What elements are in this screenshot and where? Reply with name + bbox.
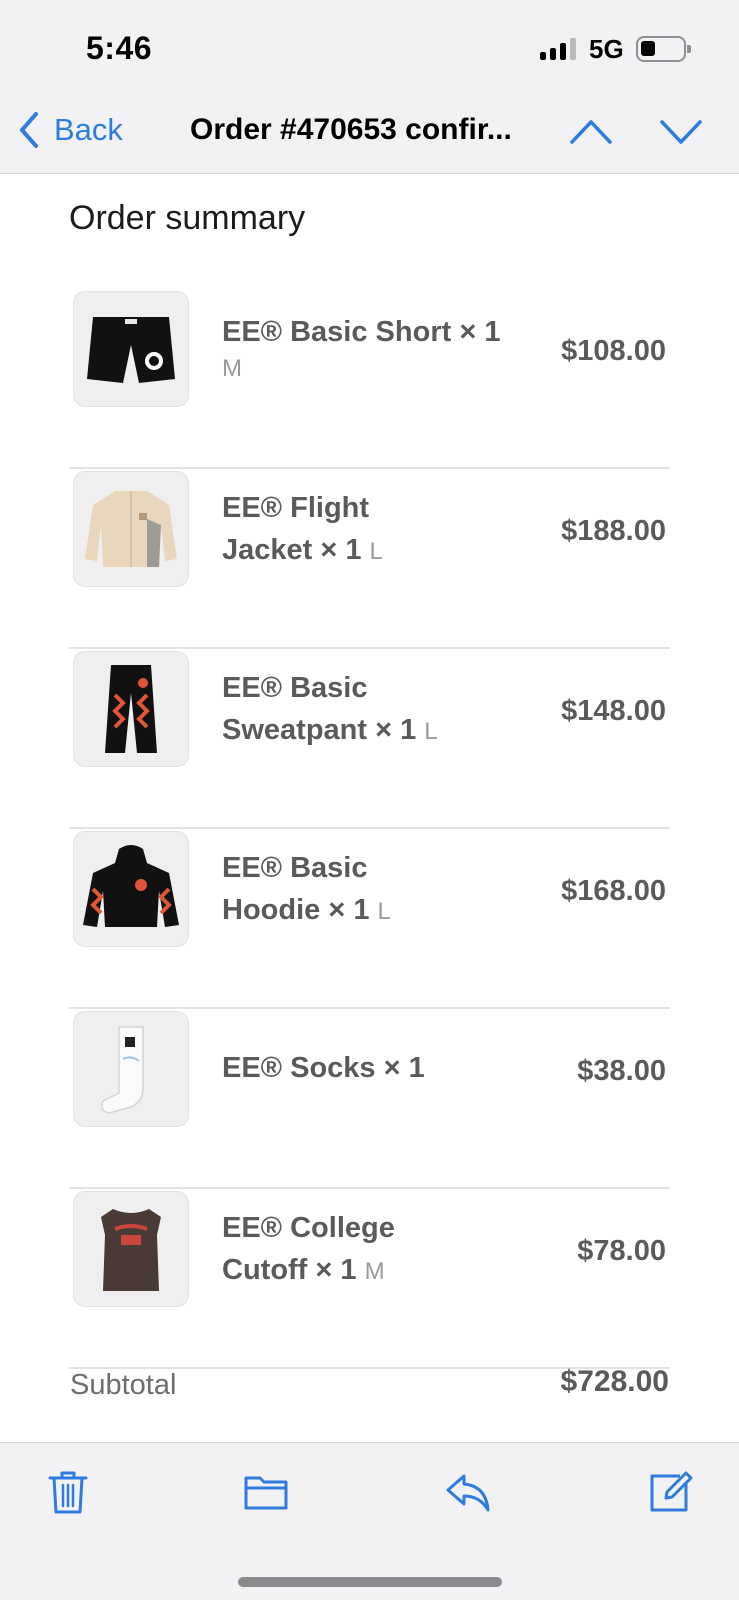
- nav-title: Order #470653 confir...: [190, 113, 512, 146]
- order-item: EE® Basic Short × 1 M $108.00: [69, 291, 670, 469]
- home-indicator[interactable]: [238, 1577, 502, 1587]
- item-name-line-2: Cutoff × 1: [222, 1254, 357, 1286]
- item-details: EE® Flight Jacket × 1 L: [222, 487, 522, 573]
- item-price: $108.00: [561, 335, 666, 367]
- item-price: $148.00: [561, 695, 666, 727]
- back-button[interactable]: Back: [16, 110, 123, 150]
- black-sweatpants-icon: [105, 665, 157, 753]
- subtotal-label: Subtotal: [70, 1369, 177, 1401]
- item-size: L: [424, 718, 438, 745]
- battery-icon: [636, 36, 691, 62]
- item-details: EE® Socks × 1: [222, 1047, 522, 1089]
- item-name: EE® Socks × 1: [222, 1052, 425, 1084]
- item-name-line-2: Sweatpant × 1: [222, 714, 417, 746]
- item-name-line-1: EE® Basic: [222, 852, 368, 884]
- cellular-signal-icon: [540, 38, 576, 60]
- item-size: L: [369, 538, 383, 565]
- trash-icon[interactable]: [44, 1468, 92, 1516]
- item-details: EE® College Cutoff × 1 M: [222, 1207, 522, 1293]
- item-details: EE® Basic Sweatpant × 1 L: [222, 667, 522, 753]
- item-name-line-2: Hoodie × 1: [222, 894, 370, 926]
- previous-message-chevron-up-icon[interactable]: [568, 114, 614, 148]
- network-type: 5G: [589, 34, 624, 64]
- item-name-line-1: EE® College: [222, 1212, 395, 1244]
- bottom-toolbar: [0, 1442, 739, 1600]
- product-image[interactable]: [73, 831, 189, 947]
- item-price: $78.00: [577, 1235, 666, 1267]
- item-size: L: [377, 898, 391, 925]
- item-size: M: [364, 1258, 385, 1285]
- white-socks-icon: [101, 1026, 144, 1114]
- back-label: Back: [54, 112, 123, 147]
- item-price: $188.00: [561, 515, 666, 547]
- order-item: EE® College Cutoff × 1 M $78.00: [69, 1191, 670, 1369]
- item-name-line-1: EE® Basic: [222, 672, 368, 704]
- product-image[interactable]: [73, 291, 189, 407]
- chevron-left-icon: [20, 112, 38, 148]
- product-image[interactable]: [73, 1191, 189, 1307]
- product-image[interactable]: [73, 651, 189, 767]
- order-item: EE® Flight Jacket × 1 L $188.00: [69, 471, 670, 649]
- item-name: EE® Basic Short × 1: [222, 316, 501, 348]
- item-size: M: [222, 355, 242, 382]
- item-name-line-1: EE® Flight: [222, 492, 370, 524]
- status-bar: 5:46 5G: [0, 0, 739, 98]
- subtotal-value: $728.00: [560, 1365, 669, 1398]
- product-image[interactable]: [73, 471, 189, 587]
- item-name-line-2: Jacket × 1: [222, 534, 362, 566]
- brown-cutoff-tee-icon: [101, 1209, 161, 1291]
- product-image[interactable]: [73, 1011, 189, 1127]
- item-details: EE® Basic Hoodie × 1 L: [222, 847, 522, 933]
- folder-icon[interactable]: [242, 1468, 290, 1516]
- reply-icon[interactable]: [444, 1468, 492, 1516]
- email-body: Order summary EE® Basic Short × 1 M $108…: [0, 175, 739, 1442]
- item-details: EE® Basic Short × 1 M: [222, 311, 522, 385]
- order-item: EE® Basic Sweatpant × 1 L $148.00: [69, 651, 670, 829]
- order-summary-title: Order summary: [69, 199, 306, 237]
- compose-icon[interactable]: [646, 1468, 694, 1516]
- black-hoodie-icon: [83, 845, 179, 927]
- navigation-bar: Back Order #470653 confir...: [0, 98, 739, 174]
- order-item: EE® Socks × 1 $38.00: [69, 1011, 670, 1189]
- item-price: $168.00: [561, 875, 666, 907]
- next-message-chevron-down-icon[interactable]: [658, 114, 704, 148]
- order-item: EE® Basic Hoodie × 1 L $168.00: [69, 831, 670, 1009]
- beige-jacket-icon: [85, 491, 177, 567]
- item-price: $38.00: [577, 1055, 666, 1087]
- status-time: 5:46: [86, 30, 153, 66]
- black-shorts-icon: [87, 317, 175, 383]
